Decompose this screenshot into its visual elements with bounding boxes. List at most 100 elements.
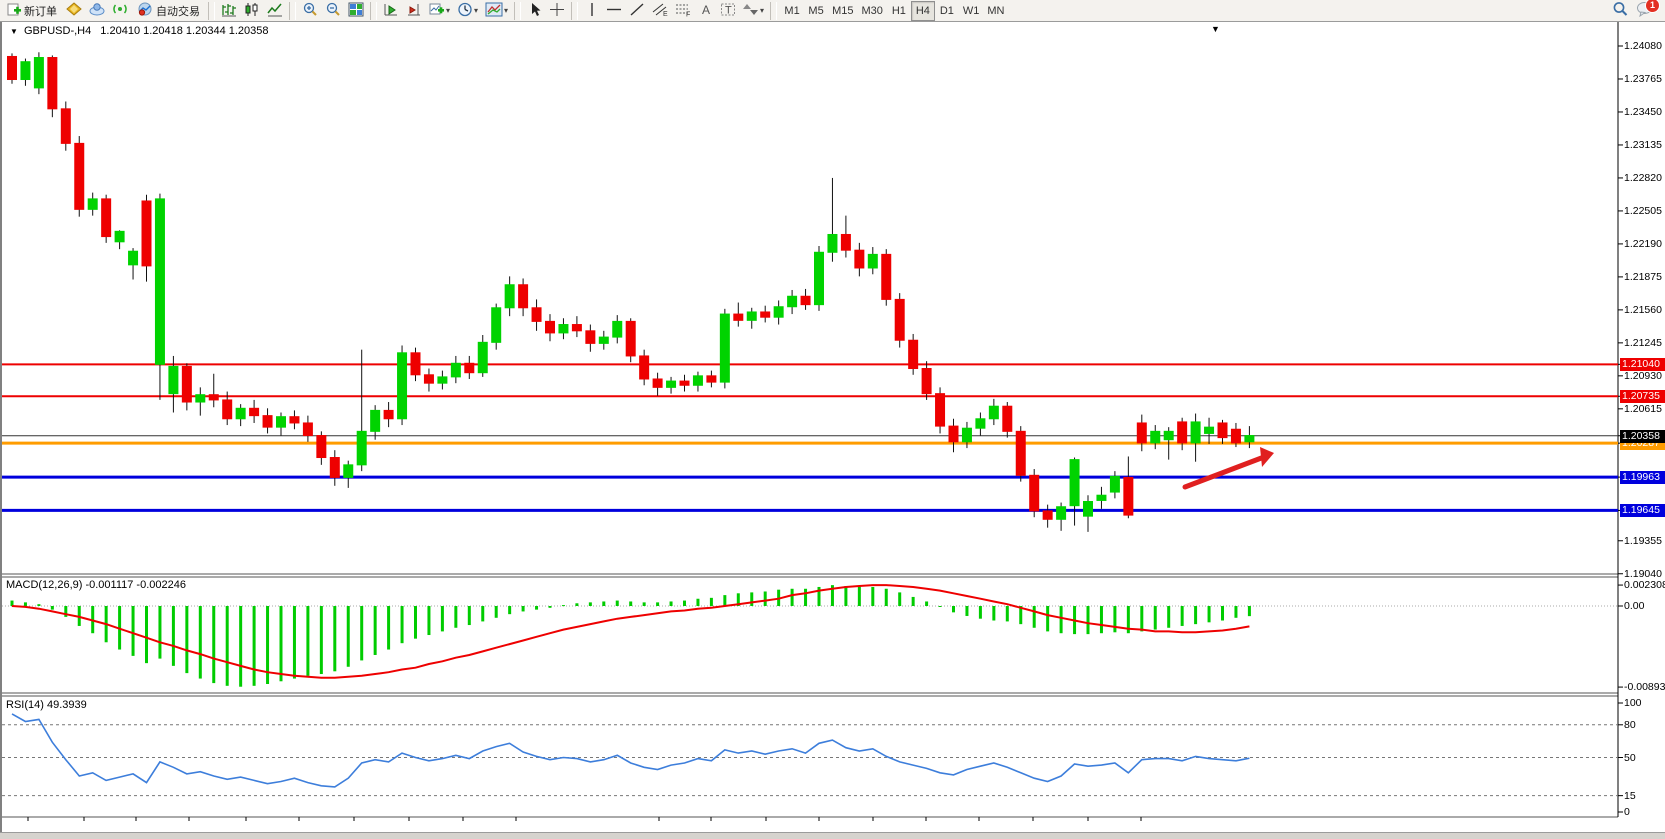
chat-button[interactable]: 1 [1633, 1, 1657, 21]
new-chart-icon [429, 2, 445, 20]
timeframe-button-h1[interactable]: H1 [887, 1, 911, 21]
fibonacci-button[interactable]: F [672, 1, 694, 21]
equidistant-channel-button[interactable]: E [649, 1, 671, 21]
tile-windows-button[interactable] [345, 1, 367, 21]
text-icon: A [699, 2, 713, 20]
signals-icon [112, 2, 128, 19]
toolbar-separator [770, 2, 777, 20]
auto-trading-label: 自动交易 [156, 3, 200, 19]
symbol-label: GBPUSD-,H4 [24, 25, 91, 37]
axis-tick-label: 1.22190 [1624, 238, 1662, 250]
timeframe-button-d1[interactable]: D1 [935, 1, 959, 21]
toolbar-separator [370, 2, 377, 20]
window-bottom-edge [0, 832, 1665, 839]
new-order-button[interactable]: 新订单 [2, 1, 62, 21]
cursor-button[interactable] [524, 1, 545, 21]
bar-chart-icon [221, 2, 237, 20]
new-order-label: 新订单 [24, 3, 57, 19]
autotrading-icon [137, 2, 153, 19]
axis-tick-label: 15 [1624, 790, 1636, 802]
timeframe-button-w1[interactable]: W1 [959, 1, 984, 21]
equidistant-channel-icon: E [652, 2, 668, 20]
auto-scroll-button[interactable] [380, 1, 402, 21]
symbol-dropdown-icon[interactable]: ▼ [10, 27, 18, 36]
axis-tick-label: 100 [1624, 697, 1642, 709]
axis-tick-label: 0 [1624, 806, 1630, 818]
axis-tick-label: 1.21875 [1624, 271, 1662, 283]
svg-text:F: F [686, 11, 690, 17]
price-badge: 1.20358 [1620, 430, 1665, 443]
zoom-out-icon [325, 2, 341, 20]
chart-shift-marker[interactable]: ▼ [1211, 24, 1220, 34]
text-button[interactable]: A [695, 1, 716, 21]
vertical-line-icon [586, 2, 598, 20]
axis-tick-label: 1.23450 [1624, 106, 1662, 118]
price-badge: 1.21040 [1620, 358, 1665, 371]
zoom-in-button[interactable] [299, 1, 321, 21]
chevron-down-icon: ▾ [504, 6, 508, 15]
arrows-button[interactable]: ▾ [740, 1, 767, 21]
crosshair-button[interactable] [546, 1, 568, 21]
gold-button[interactable] [63, 1, 85, 21]
bar-chart-button[interactable] [218, 1, 240, 21]
axis-tick-label: 1.20930 [1624, 370, 1662, 382]
signals-button[interactable] [109, 1, 131, 21]
timeframe-button-m30[interactable]: M30 [857, 1, 886, 21]
text-label-button[interactable]: T [717, 1, 739, 21]
toolbar: 新订单 自动交易 [0, 0, 1665, 22]
axis-tick-label: 0.00 [1624, 600, 1644, 612]
text-label-icon: T [720, 2, 736, 20]
axis-tick-label: 1.22505 [1624, 205, 1662, 217]
community-icon [89, 2, 105, 19]
axis-tick-label: 0.002308 [1624, 579, 1665, 591]
svg-text:T: T [725, 4, 732, 16]
search-button[interactable] [1609, 1, 1632, 21]
axis-tick-label: 1.23135 [1624, 139, 1662, 151]
chevron-down-icon: ▾ [760, 6, 764, 15]
templates-button[interactable]: ▾ [482, 1, 511, 21]
templates-icon [485, 2, 503, 20]
rsi-label: RSI(14) 49.3939 [6, 699, 87, 711]
chart-canvas[interactable] [2, 22, 1665, 832]
auto-trading-button[interactable]: 自动交易 [132, 1, 205, 21]
axis-tick-label: 1.22820 [1624, 172, 1662, 184]
line-chart-button[interactable] [264, 1, 286, 21]
arrows-icon [743, 2, 759, 20]
timeframe-button-m5[interactable]: M5 [804, 1, 828, 21]
periods-clock-icon [457, 2, 473, 20]
crosshair-icon [549, 2, 565, 20]
zoom-in-icon [302, 2, 318, 20]
mt4-terminal: 新订单 自动交易 [0, 0, 1665, 839]
gold-icon [66, 2, 82, 19]
timeframe-button-h4[interactable]: H4 [911, 1, 935, 21]
price-badge: 1.20735 [1620, 390, 1665, 403]
timeframe-button-m1[interactable]: M1 [780, 1, 804, 21]
zoom-out-button[interactable] [322, 1, 344, 21]
axis-tick-label: 50 [1624, 752, 1636, 764]
candlestick-button[interactable] [241, 1, 263, 21]
axis-tick-label: 1.19040 [1624, 568, 1662, 580]
vertical-line-button[interactable] [581, 1, 602, 21]
horizontal-line-button[interactable] [603, 1, 625, 21]
chat-badge: 1 [1645, 0, 1660, 13]
chart-window[interactable]: ▼ GBPUSD-,H4 1.20410 1.20418 1.20344 1.2… [0, 22, 1665, 832]
chart-shift-button[interactable] [403, 1, 425, 21]
axis-tick-label: -0.008939 [1624, 681, 1665, 693]
new-chart-button[interactable]: ▾ [426, 1, 453, 21]
horizontal-line-icon [606, 2, 622, 20]
axis-tick-label: 1.24080 [1624, 40, 1662, 52]
community-button[interactable] [86, 1, 108, 21]
toolbar-separator [208, 2, 215, 20]
axis-tick-label: 1.21245 [1624, 337, 1662, 349]
price-badge: 1.19645 [1620, 504, 1665, 517]
new-order-icon [7, 2, 21, 19]
line-chart-icon [267, 2, 283, 20]
fibonacci-icon: F [675, 2, 691, 20]
timeframe-button-mn[interactable]: MN [983, 1, 1008, 21]
price-badge: 1.19963 [1620, 471, 1665, 484]
periods-button[interactable]: ▾ [454, 1, 481, 21]
svg-text:E: E [663, 11, 668, 17]
trendline-button[interactable] [626, 1, 648, 21]
chart-title: ▼ GBPUSD-,H4 1.20410 1.20418 1.20344 1.2… [10, 25, 269, 37]
timeframe-button-m15[interactable]: M15 [828, 1, 857, 21]
